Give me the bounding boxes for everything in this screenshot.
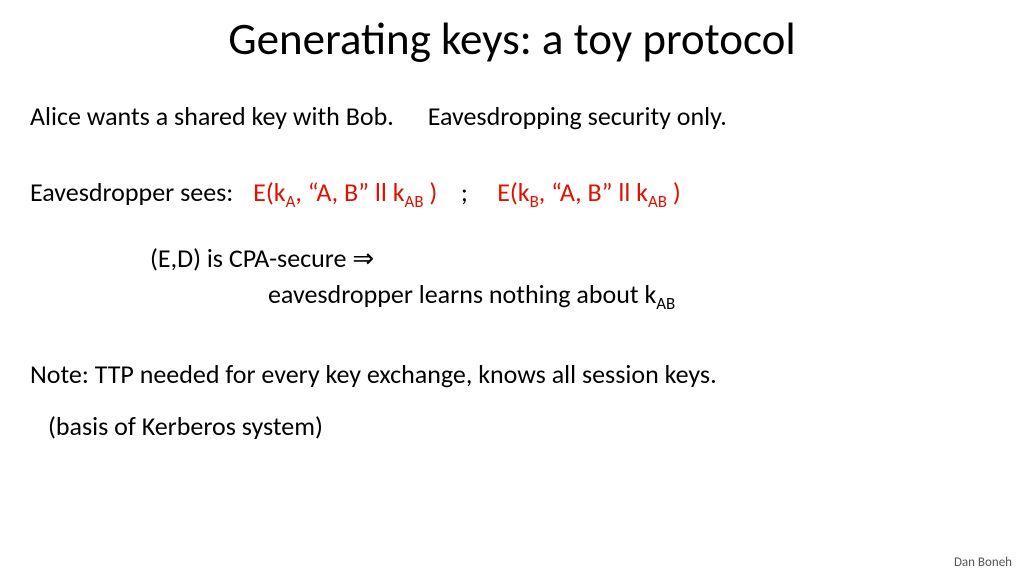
separator: ;	[443, 176, 491, 208]
expr2-pre: E(k	[497, 176, 529, 208]
slide: Generating keys: a toy protocol Alice wa…	[0, 0, 1024, 576]
slide-body: Alice wants a shared key with Bob. Eaves…	[30, 100, 994, 442]
expr1-sub2: AB	[405, 191, 424, 212]
eavesdropper-line: Eavesdropper sees: E(kA, “A, B” ll kAB )…	[30, 176, 994, 212]
expr1-sub1: A	[286, 191, 296, 212]
ciphertext-1: E(kA, “A, B” ll kAB )	[253, 176, 443, 208]
kerberos-line: (basis of Kerberos system)	[30, 410, 994, 442]
expr1-post: )	[424, 176, 438, 208]
expr1-pre: E(k	[253, 176, 285, 208]
expr2-sub2: AB	[648, 191, 667, 212]
conclusion-line: eavesdropper learns nothing about kAB	[30, 278, 994, 314]
ciphertext-2: E(kB, “A, B” ll kAB )	[497, 176, 681, 208]
note-line: Note: TTP needed for every key exchange,…	[30, 358, 994, 390]
intro-text-b: Eavesdropping security only.	[428, 100, 727, 132]
slide-title: Generating keys: a toy protocol	[0, 12, 1024, 67]
expr2-mid: , “A, B” ll k	[539, 176, 648, 208]
sep-text: ;	[461, 176, 468, 208]
author-footer: Dan Boneh	[954, 555, 1012, 570]
conclusion-sub: AB	[656, 293, 675, 314]
eavesdropper-label: Eavesdropper sees:	[30, 176, 233, 208]
expr2-sub1: B	[530, 191, 539, 212]
conclusion-text: eavesdropper learns nothing about k	[268, 278, 656, 310]
cpa-secure-line: (E,D) is CPA-secure ⇒	[30, 242, 994, 274]
expr2-post: )	[667, 176, 681, 208]
intro-line: Alice wants a shared key with Bob. Eaves…	[30, 100, 994, 132]
expr1-mid: , “A, B” ll k	[295, 176, 404, 208]
intro-text-a: Alice wants a shared key with Bob.	[30, 100, 394, 132]
